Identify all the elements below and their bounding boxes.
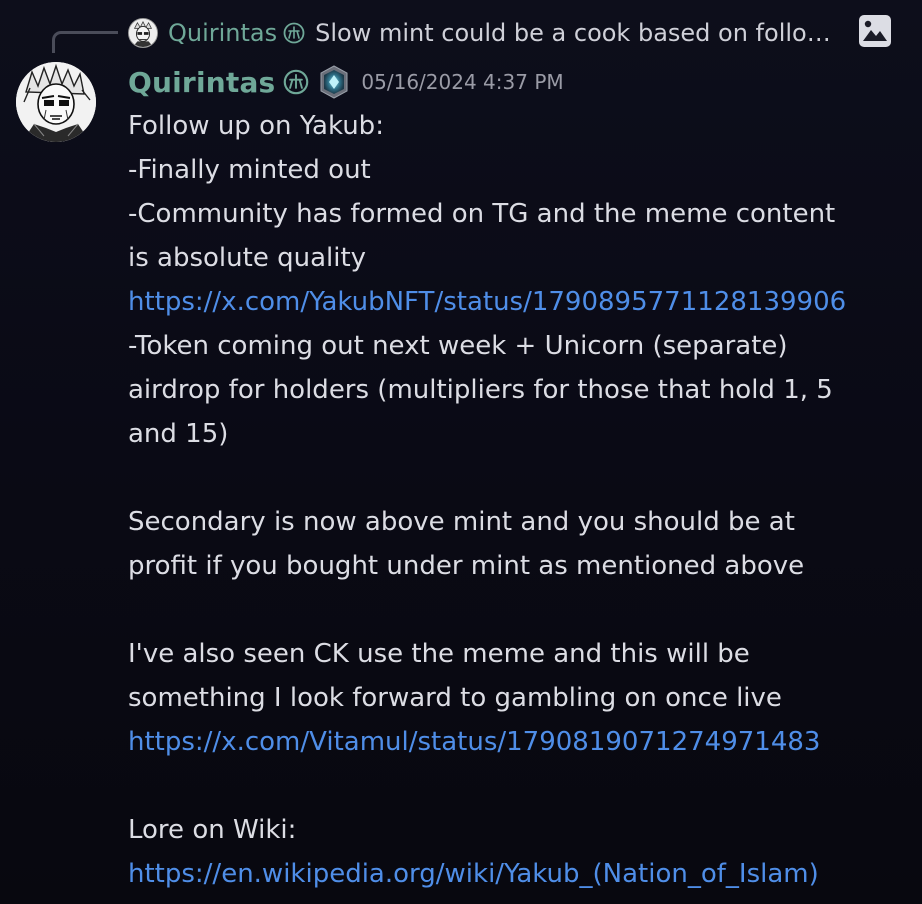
message-line: Secondary is now above mint and you shou… [128, 507, 795, 537]
message-line: and 15) [128, 419, 229, 449]
reply-connector [52, 31, 118, 53]
role-icon [284, 69, 309, 95]
message-line: something I look forward to gambling on … [128, 683, 782, 713]
author-name[interactable]: Quirintas [128, 66, 275, 99]
message-header: Quirintas 05/16/2024 4:37 PM [128, 62, 564, 102]
reply-preview-text[interactable]: Slow mint could be a cook based on follo… [315, 19, 837, 47]
message-line: I've also seen CK use the meme and this … [128, 639, 750, 669]
message-line: https://x.com/Vitamul/status/17908190712… [128, 720, 908, 764]
message-line: https://en.wikipedia.org/wiki/Yakub_(Nat… [128, 852, 908, 896]
reply-avatar[interactable] [128, 18, 158, 48]
message-content: Follow up on Yakub: -Finally minted out -C… [128, 104, 908, 896]
role-icon [283, 22, 305, 44]
reply-author-name[interactable]: Quirintas [168, 19, 277, 47]
message-line: https://x.com/YakubNFT/status/1790895771… [128, 280, 908, 324]
message-link[interactable]: https://x.com/Vitamul/status/17908190712… [128, 727, 820, 757]
message-line: -Community has formed on TG and the meme… [128, 199, 836, 229]
message-line: Follow up on Yakub: [128, 111, 384, 141]
message-line: -Token coming out next week + Unicorn (s… [128, 331, 788, 361]
message-timestamp[interactable]: 05/16/2024 4:37 PM [361, 70, 563, 94]
message-line: Lore on Wiki: [128, 815, 297, 845]
message-link[interactable]: https://en.wikipedia.org/wiki/Yakub_(Nat… [128, 859, 819, 889]
image-icon[interactable] [858, 14, 892, 48]
message-line: is absolute quality [128, 243, 367, 273]
message-link[interactable]: https://x.com/YakubNFT/status/1790895771… [128, 287, 846, 317]
reply-reference[interactable]: Quirintas Slow mint could be a cook base… [128, 14, 908, 52]
message-line: airdrop for holders (multipliers for tho… [128, 375, 833, 405]
message-line: profit if you bought under mint as menti… [128, 551, 805, 581]
server-badge-icon[interactable] [317, 65, 351, 99]
message-line: -Finally minted out [128, 155, 371, 185]
author-avatar[interactable] [16, 62, 96, 142]
